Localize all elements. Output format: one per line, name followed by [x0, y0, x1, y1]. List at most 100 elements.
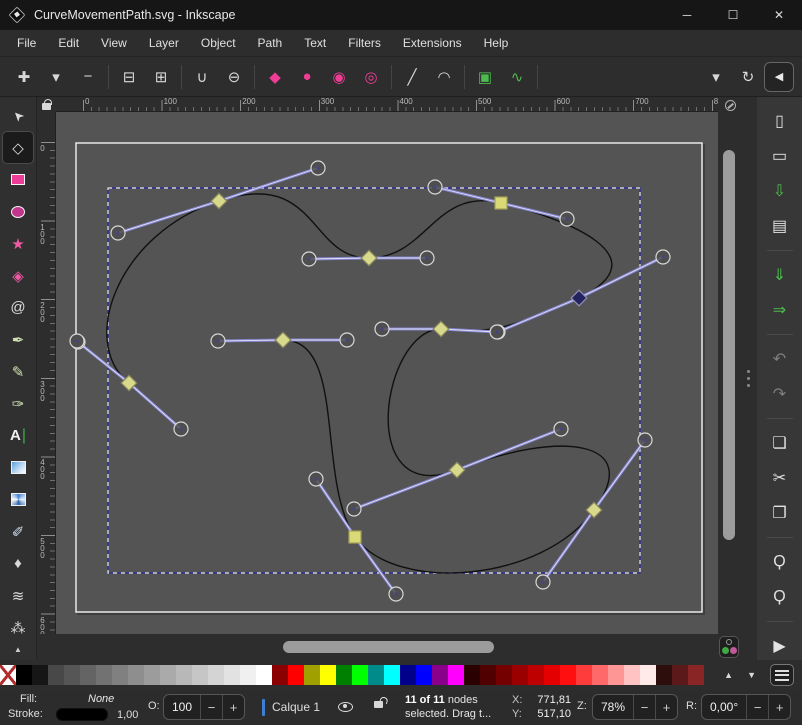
rotation-increase-button[interactable]: +: [768, 694, 790, 720]
export-button[interactable]: ⇒: [764, 296, 796, 324]
path-node-cusp[interactable]: [495, 197, 507, 209]
copy-button[interactable]: ❏: [764, 429, 796, 457]
close-button[interactable]: ✕: [756, 0, 802, 30]
palette-scroll-down-icon[interactable]: ▼: [747, 670, 756, 680]
delete-node-button[interactable]: −: [72, 62, 104, 92]
swatch-#d4d4d4[interactable]: [208, 665, 224, 685]
swatch-#00008b[interactable]: [400, 665, 416, 685]
print-button[interactable]: ▤: [764, 212, 796, 240]
calligraphy-tool[interactable]: ✑: [3, 388, 33, 419]
canvas[interactable]: [56, 112, 718, 634]
gradient-tool[interactable]: [3, 452, 33, 483]
undo-button[interactable]: ↶: [764, 345, 796, 373]
swatch-#750000[interactable]: [496, 665, 512, 685]
swatch-#bf0000[interactable]: [528, 665, 544, 685]
menu-item-help[interactable]: Help: [473, 32, 520, 54]
new-document-button[interactable]: ▯: [764, 107, 796, 135]
zoom-spinbox[interactable]: 78% − +: [592, 694, 678, 720]
text-tool[interactable]: A|: [3, 420, 33, 451]
swatch-#e40000[interactable]: [544, 665, 560, 685]
swatch-#ffffff[interactable]: [256, 665, 272, 685]
swatch-#ffc3c3[interactable]: [624, 665, 640, 685]
smooth-node-button[interactable]: ●: [291, 62, 323, 92]
opacity-decrease-button[interactable]: −: [200, 694, 222, 720]
menu-item-view[interactable]: View: [90, 32, 138, 54]
ruler-lock-corner[interactable]: [37, 97, 56, 112]
swatch-#ff6969[interactable]: [592, 665, 608, 685]
stroke-swatch[interactable]: [56, 708, 108, 721]
join-with-segment-button[interactable]: ∪: [186, 62, 218, 92]
swatch-#ff9696[interactable]: [608, 665, 624, 685]
swatch-#008b8b[interactable]: [368, 665, 384, 685]
swatch-#5c1919[interactable]: [672, 665, 688, 685]
break-path-button[interactable]: ⊟: [113, 62, 145, 92]
menu-item-file[interactable]: File: [6, 32, 47, 54]
dock-grip[interactable]: [740, 97, 757, 660]
swatch-#161616[interactable]: [32, 665, 48, 685]
mesh-tool[interactable]: [3, 484, 33, 515]
stroke-width-value[interactable]: 1,00: [117, 709, 138, 721]
insert-node-button[interactable]: ✚: [8, 62, 40, 92]
pencil-tool[interactable]: ✎: [3, 356, 33, 387]
import-button[interactable]: ⇓: [764, 261, 796, 289]
zoom-drawing-button[interactable]: Ϙ: [764, 583, 796, 611]
object-to-path-button[interactable]: ▣: [469, 62, 501, 92]
pen-tool[interactable]: ✒: [3, 324, 33, 355]
rotation-decrease-button[interactable]: −: [746, 694, 768, 720]
paste-button[interactable]: ❐: [764, 499, 796, 527]
vertical-scrollbar[interactable]: [718, 112, 740, 634]
swatch-#0000ff[interactable]: [416, 665, 432, 685]
swatch-#c6c6c6[interactable]: [192, 665, 208, 685]
spiral-tool[interactable]: @: [3, 292, 33, 323]
swatch-#808080[interactable]: [112, 665, 128, 685]
auto-node-button[interactable]: ◎: [355, 62, 387, 92]
rotate-view-icon[interactable]: ↻: [732, 62, 764, 92]
swatch-#500000[interactable]: [480, 665, 496, 685]
swatch-#ffe9e9[interactable]: [640, 665, 656, 685]
rotation-value[interactable]: 0,00°: [702, 700, 746, 714]
delete-segment-button[interactable]: ⊖: [218, 62, 250, 92]
rotation-spinbox[interactable]: 0,00° − +: [701, 694, 791, 720]
swatch-#727272[interactable]: [96, 665, 112, 685]
swatch-#00ffff[interactable]: [384, 665, 400, 685]
dropper-tool[interactable]: ✐: [3, 516, 33, 547]
swatch-#8e8e8e[interactable]: [128, 665, 144, 685]
opacity-spinbox[interactable]: 100 − +: [163, 694, 245, 720]
horizontal-ruler[interactable]: 0100200300400500600700800: [56, 97, 718, 112]
swatch-#8b0000[interactable]: [272, 665, 288, 685]
color-management-toggle[interactable]: [718, 634, 740, 660]
selector-tool[interactable]: ➤: [3, 100, 33, 131]
stroke-to-path-button[interactable]: ∿: [501, 62, 533, 92]
minimize-button[interactable]: ─: [664, 0, 710, 30]
menu-item-object[interactable]: Object: [190, 32, 247, 54]
opacity-increase-button[interactable]: +: [222, 694, 244, 720]
line-segment-button[interactable]: ╱: [396, 62, 428, 92]
curve-segment-button[interactable]: ◠: [428, 62, 460, 92]
swatch-#ff3c3c[interactable]: [576, 665, 592, 685]
swatch-#aaaaaa[interactable]: [160, 665, 176, 685]
menu-item-edit[interactable]: Edit: [47, 32, 90, 54]
zoom-increase-button[interactable]: +: [655, 694, 677, 720]
redo-button[interactable]: ↷: [764, 380, 796, 408]
display-mode-icon[interactable]: [721, 98, 739, 113]
bucket-tool[interactable]: ♦: [3, 548, 33, 579]
swatch-#646464[interactable]: [80, 665, 96, 685]
layer-visibility-eye-icon[interactable]: [338, 702, 353, 712]
swatch-#2b0000[interactable]: [464, 665, 480, 685]
swatch-#e2e2e2[interactable]: [224, 665, 240, 685]
horizontal-scrollbar[interactable]: [56, 634, 718, 660]
swatch-#f0f0f0[interactable]: [240, 665, 256, 685]
swatch-#ff00ff[interactable]: [448, 665, 464, 685]
layer-lock-icon[interactable]: [374, 701, 383, 708]
horizontal-scrollbar-thumb[interactable]: [283, 641, 494, 653]
menu-item-filters[interactable]: Filters: [337, 32, 392, 54]
swatch-#00ff00[interactable]: [352, 665, 368, 685]
menu-item-text[interactable]: Text: [293, 32, 337, 54]
palette-scroll-up-icon[interactable]: ▲: [724, 670, 733, 680]
star-tool[interactable]: ★: [3, 228, 33, 259]
vertical-ruler[interactable]: 0100200300400500600: [37, 112, 56, 634]
swatch-none[interactable]: [0, 665, 16, 685]
swatch-#ffff00[interactable]: [320, 665, 336, 685]
menu-item-path[interactable]: Path: [247, 32, 294, 54]
insert-node-dropdown[interactable]: ▾: [40, 62, 72, 92]
